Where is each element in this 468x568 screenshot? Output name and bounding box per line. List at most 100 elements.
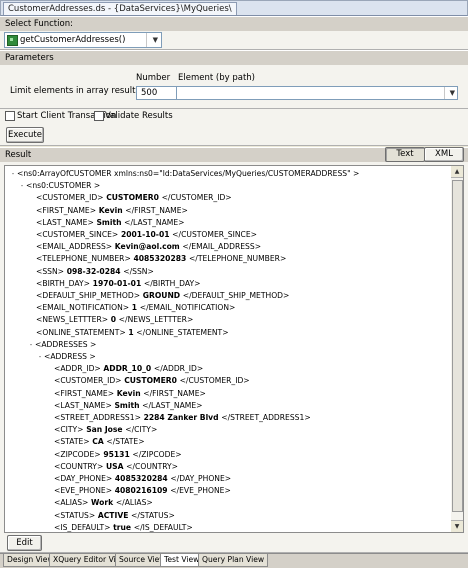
xml-tree-row[interactable]: <EVE_PHONE> 4080216109 </EVE_PHONE> — [54, 485, 231, 496]
scroll-thumb[interactable] — [452, 180, 463, 512]
xml-close-tag: </COUNTRY> — [126, 461, 178, 471]
xml-close-tag: </CITY> — [125, 425, 158, 435]
xml-tree-row[interactable]: <ONLINE_STATEMENT> 1 </ONLINE_STATEMENT> — [36, 327, 229, 338]
xml-tree-row[interactable]: <EMAIL_NOTIFICATION> 1 </EMAIL_NOTIFICAT… — [36, 302, 235, 313]
execute-button[interactable]: Execute — [6, 127, 44, 143]
xml-open-tag: <EMAIL_ADDRESS> — [36, 242, 113, 252]
xml-open-tag: <CUSTOMER_SINCE> — [36, 230, 119, 239]
xml-tree-row[interactable]: <SSN> 098-32-0284 </SSN> — [36, 266, 154, 277]
xml-tree-row[interactable]: - <ns0:ArrayOfCUSTOMER xmlns:ns0="ld:Data… — [9, 168, 360, 180]
element-column-label: Element (by path) — [178, 73, 255, 83]
xml-close-tag: </LAST_NAME> — [142, 400, 203, 410]
xml-value: 2001-10-01 — [118, 230, 173, 239]
combo-separator — [146, 33, 147, 47]
xml-tree-row[interactable]: <ALIAS> Work </ALIAS> — [54, 497, 153, 508]
collapse-toggle-icon[interactable]: - — [18, 181, 26, 192]
chevron-down-icon[interactable]: ▼ — [450, 87, 455, 99]
edit-button[interactable]: Edit — [7, 535, 42, 551]
xml-tree-row[interactable]: <LAST_NAME> Smith </LAST_NAME> — [36, 217, 185, 228]
xml-close-tag: </EVE_PHONE> — [170, 486, 231, 496]
xml-tree-row[interactable]: <NEWS_LETTTER> 0 </NEWS_LETTTER> — [36, 314, 193, 325]
xml-tree-row[interactable]: <CUSTOMER_ID> CUSTOMER0 </CUSTOMER_ID> — [36, 192, 232, 203]
xml-open-tag: <NEWS_LETTTER> — [36, 315, 109, 325]
xml-value: 1 — [125, 327, 137, 337]
xml-open-tag: <FIRST_NAME> — [54, 388, 115, 398]
xml-value: 95131 — [100, 449, 133, 459]
xml-value: ACTIVE — [95, 510, 132, 520]
xml-open-tag: <COUNTRY> — [54, 461, 104, 471]
xml-tree-row[interactable]: <CITY> San Jose </CITY> — [54, 424, 157, 435]
xml-open-tag: <ns0:CUSTOMER > — [26, 181, 101, 191]
xml-value: 1 — [129, 303, 140, 313]
result-tree[interactable]: - <ns0:ArrayOfCUSTOMER xmlns:ns0="ld:Data… — [4, 165, 453, 533]
xml-open-tag: <CUSTOMER_ID> — [54, 376, 122, 386]
xml-tree-row[interactable]: <STATE> CA </STATE> — [54, 436, 145, 447]
xml-close-tag: </BIRTH_DAY> — [143, 278, 201, 288]
xml-open-tag: <ONLINE_STATEMENT> — [36, 327, 126, 337]
limit-elements-label: Limit elements in array results to: — [10, 86, 154, 96]
tab-test-view[interactable]: Test View — [160, 554, 204, 567]
xml-tree-row[interactable]: - <ns0:CUSTOMER > — [18, 180, 101, 192]
xml-tree-row[interactable]: <TELEPHONE_NUMBER> 4085320283 </TELEPHON… — [36, 253, 286, 264]
select-function-label: Select Function: — [5, 19, 73, 29]
xml-view-button[interactable]: XML — [424, 147, 464, 162]
xml-open-tag: <ADDRESSES > — [35, 339, 97, 349]
xml-value: CUSTOMER0 — [103, 193, 162, 203]
xml-open-tag: <CITY> — [54, 425, 84, 435]
result-vertical-scrollbar[interactable]: ▲ ▼ — [451, 165, 464, 533]
xml-open-tag: <EVE_PHONE> — [54, 486, 113, 496]
xml-tree-row[interactable]: <CUSTOMER_SINCE> 2001-10-01 </CUSTOMER_S… — [36, 229, 257, 240]
function-select[interactable]: getCustomerAddresses() ▼ — [4, 32, 162, 48]
xml-tree-row[interactable]: <IS_DEFAULT> true </IS_DEFAULT> — [54, 522, 193, 532]
xml-tree-row[interactable]: - <ADDRESSES > — [27, 339, 97, 351]
scroll-up-arrow-icon[interactable]: ▲ — [451, 166, 463, 178]
xml-close-tag: </ADDR_ID> — [153, 364, 204, 374]
xml-tree-row[interactable]: <DAY_PHONE> 4085320284 </DAY_PHONE> — [54, 473, 231, 484]
collapse-toggle-icon[interactable]: - — [36, 352, 44, 363]
start-client-transaction-checkbox[interactable] — [5, 111, 15, 121]
xml-close-tag: </CUSTOMER_SINCE> — [172, 230, 258, 239]
parameters-header: Parameters — [0, 50, 468, 66]
xml-tree-row[interactable]: <CUSTOMER_ID> CUSTOMER0 </CUSTOMER_ID> — [54, 375, 250, 386]
xml-value: Smith — [93, 217, 125, 227]
xml-value: CA — [89, 437, 107, 447]
tab-query-plan-view[interactable]: Query Plan View — [198, 554, 269, 567]
xml-close-tag: </EMAIL_ADDRESS> — [182, 242, 262, 252]
xml-close-tag: </ALIAS> — [115, 498, 153, 508]
xml-tree-row[interactable]: <FIRST_NAME> Kevin </FIRST_NAME> — [36, 205, 188, 216]
edit-panel — [0, 534, 468, 553]
validate-results-label: Validate Results — [105, 111, 173, 121]
function-icon — [7, 35, 18, 46]
xml-open-tag: <DEFAULT_SHIP_METHOD> — [36, 291, 141, 300]
validate-results-checkbox[interactable] — [94, 111, 104, 121]
collapse-toggle-icon[interactable]: - — [9, 169, 17, 180]
xml-tree-row[interactable]: <DEFAULT_SHIP_METHOD> GROUND </DEFAULT_S… — [36, 290, 289, 301]
collapse-toggle-icon[interactable]: - — [27, 340, 35, 351]
xml-tree-row[interactable]: - <ADDRESS > — [36, 351, 96, 362]
xml-open-tag: <STREET_ADDRESS1> — [54, 413, 141, 422]
window-title-tab[interactable]: CustomerAddresses.ds - {DataServices}\My… — [3, 2, 237, 15]
combo-separator — [444, 87, 445, 99]
xml-open-tag: <TELEPHONE_NUMBER> — [36, 254, 131, 264]
xml-open-tag: <SSN> — [36, 266, 65, 276]
xml-tree-row[interactable]: <ADDR_ID> ADDR_10_0 </ADDR_ID> — [54, 363, 203, 374]
element-path-select[interactable]: ▼ — [176, 86, 458, 100]
xml-value: ADDR_10_0 — [100, 364, 154, 374]
xml-tree-row[interactable]: <LAST_NAME> Smith </LAST_NAME> — [54, 400, 203, 411]
xml-tree-row[interactable]: <STATUS> ACTIVE </STATUS> — [54, 510, 175, 521]
xml-tree-row[interactable]: <ZIPCODE> 95131 </ZIPCODE> — [54, 449, 182, 460]
xml-tree-row[interactable]: <EMAIL_ADDRESS> Kevin@aol.com </EMAIL_AD… — [36, 241, 261, 252]
text-view-button[interactable]: Text — [385, 147, 425, 162]
scroll-down-arrow-icon[interactable]: ▼ — [451, 520, 463, 532]
xml-tree-row[interactable]: <COUNTRY> USA </COUNTRY> — [54, 461, 178, 472]
function-select-value: getCustomerAddresses() — [20, 35, 126, 45]
xml-tree-row[interactable]: <FIRST_NAME> Kevin </FIRST_NAME> — [54, 388, 206, 399]
number-input[interactable]: 500 — [136, 86, 178, 100]
xml-open-tag: <FIRST_NAME> — [36, 205, 97, 215]
xml-value: 4085320283 — [130, 254, 189, 264]
chevron-down-icon[interactable]: ▼ — [153, 35, 158, 45]
xml-value: Kevin@aol.com — [112, 242, 183, 252]
xml-tree-row[interactable]: <BIRTH_DAY> 1970-01-01 </BIRTH_DAY> — [36, 278, 200, 289]
xml-tree-row[interactable]: <STREET_ADDRESS1> 2284 Zanker Blvd </STR… — [54, 412, 311, 423]
xml-close-tag: </SSN> — [123, 266, 154, 276]
